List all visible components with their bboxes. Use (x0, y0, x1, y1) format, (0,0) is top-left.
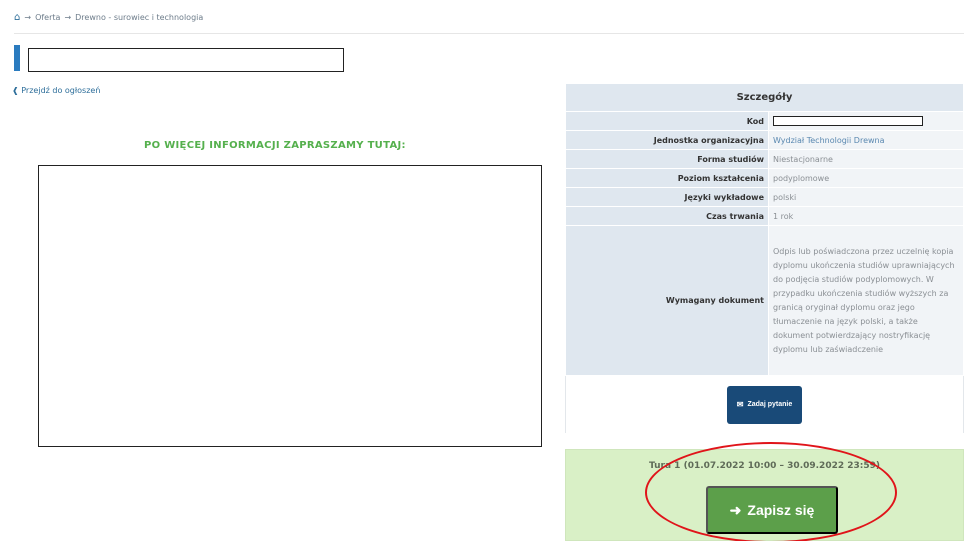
details-value: podyplomowe (768, 168, 964, 188)
breadcrumb: ⌂ → Oferta → Drewno - surowiec i technol… (14, 12, 203, 23)
faculty-link[interactable]: Wydział Technologii Drewna (773, 136, 885, 145)
details-value: Wydział Technologii Drewna (768, 130, 964, 150)
details-label: Poziom kształcenia (565, 168, 769, 188)
title-accent-bar (14, 45, 20, 71)
details-label: Czas trwania (565, 206, 769, 226)
details-value: Niestacjonarne (768, 149, 964, 169)
details-row-dokument: Wymagany dokument Odpis lub poświadczona… (565, 225, 964, 376)
details-label: Forma studiów (565, 149, 769, 169)
details-label: Kod (565, 111, 769, 131)
ask-question-label: Zadaj pytanie (747, 401, 793, 408)
details-row-jezyki: Języki wykładowe polski (565, 187, 964, 207)
enroll-button-label: Zapisz się (747, 502, 815, 518)
breadcrumb-arrow-icon: → (24, 13, 32, 22)
enroll-button[interactable]: ➜ Zapisz się (706, 486, 838, 534)
back-link-label: Przejdź do ogłoszeń (21, 86, 101, 95)
tura-label: Tura 1 (648, 461, 681, 471)
ask-question-button[interactable]: ✉ Zadaj pytanie (726, 385, 803, 424)
breadcrumb-arrow-icon: → (64, 13, 72, 22)
details-row-kod: Kod (565, 111, 964, 131)
details-value-kod (768, 111, 964, 131)
details-label: Wymagany dokument (565, 225, 769, 376)
details-row-poziom: Poziom kształcenia podyplomowe (565, 168, 964, 188)
breadcrumb-item-oferta[interactable]: Oferta (35, 13, 60, 22)
promo-heading: PO WIĘCEJ INFORMACJI ZAPRASZAMY TUTAJ: (144, 140, 406, 151)
details-label: Jednostka organizacyjna (565, 130, 769, 150)
ask-question-row: ✉ Zadaj pytanie (565, 375, 964, 434)
details-header: Szczegóły (565, 83, 964, 112)
details-row-forma: Forma studiów Niestacjonarne (565, 149, 964, 169)
enroll-panel: Tura 1 (01.07.2022 10:00 – 30.09.2022 23… (565, 449, 964, 541)
details-value: polski (768, 187, 964, 207)
details-table: Szczegóły Kod Jednostka organizacyjna Wy… (565, 83, 964, 434)
sign-in-icon: ➜ (729, 501, 742, 518)
page-title-redacted (28, 48, 344, 72)
arrow-left-icon: ❰ (12, 86, 19, 95)
details-value-document: Odpis lub poświadczona przez uczelnię ko… (768, 225, 964, 376)
details-row-czas: Czas trwania 1 rok (565, 206, 964, 226)
breadcrumb-item-current[interactable]: Drewno - surowiec i technologia (75, 13, 203, 22)
breadcrumb-divider (14, 33, 964, 34)
envelope-icon: ✉ (736, 400, 744, 409)
details-value: 1 rok (768, 206, 964, 226)
details-label: Języki wykładowe (565, 187, 769, 207)
back-to-listings-link[interactable]: ❰ Przejdź do ogłoszeń (12, 86, 100, 95)
promo-content-redacted (38, 165, 542, 447)
tura-dates: (01.07.2022 10:00 – 30.09.2022 23:59) (683, 461, 881, 471)
details-row-jednostka: Jednostka organizacyjna Wydział Technolo… (565, 130, 964, 150)
tura-info: Tura 1 (01.07.2022 10:00 – 30.09.2022 23… (566, 461, 963, 471)
kod-redacted (773, 116, 923, 126)
home-icon[interactable]: ⌂ (14, 12, 20, 23)
